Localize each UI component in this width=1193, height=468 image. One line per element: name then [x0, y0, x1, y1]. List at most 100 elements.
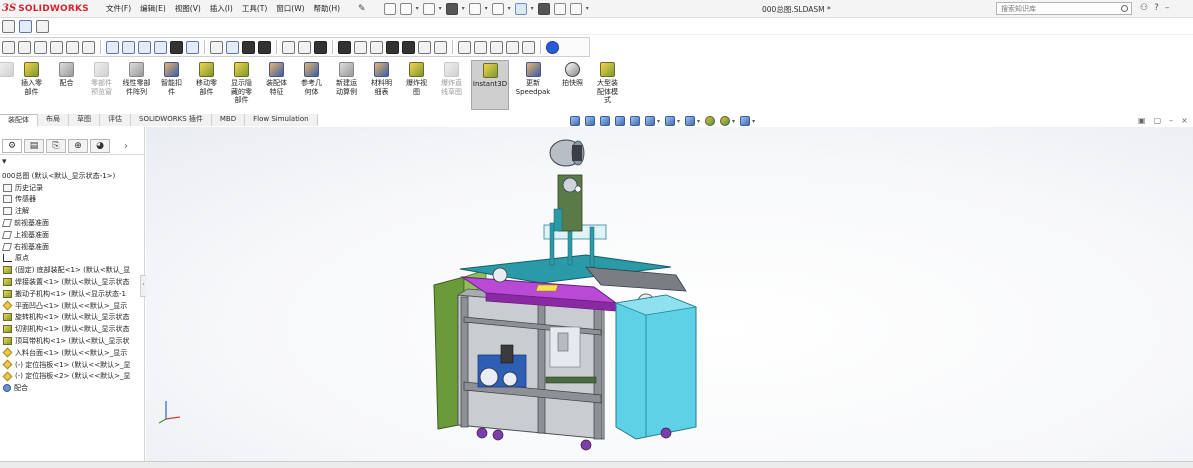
exploded-view-button[interactable]: 爆炸视 图	[401, 62, 432, 96]
view-settings-icon[interactable]	[740, 116, 751, 126]
user-icon[interactable]: ⚇	[1140, 3, 1148, 13]
mass-properties-icon[interactable]	[258, 40, 271, 54]
display-manager-tab-icon[interactable]: ◕	[90, 139, 110, 153]
print-icon[interactable]	[468, 2, 481, 15]
play-icon[interactable]	[418, 40, 431, 54]
apply-scene-icon[interactable]	[720, 116, 731, 126]
tree-item[interactable]: 前视基准面	[0, 217, 144, 229]
tile-icon[interactable]: ▣	[1138, 116, 1146, 125]
tab-flow-simulation[interactable]: Flow Simulation	[245, 114, 318, 126]
target-icon[interactable]	[402, 40, 415, 54]
display-icon[interactable]	[19, 20, 32, 33]
tab-evaluate[interactable]: 评估	[100, 114, 131, 126]
minimize-doc-icon[interactable]: –	[1169, 116, 1173, 125]
graphics-area[interactable]	[146, 127, 1193, 461]
display-style-icon[interactable]	[665, 116, 676, 126]
tree-item[interactable]: 上视基准面	[0, 229, 144, 241]
move-component-button[interactable]: 移动零 部件	[191, 62, 222, 96]
section-view-icon[interactable]	[50, 40, 63, 54]
edit-appearance-icon[interactable]	[705, 116, 716, 126]
dynamic-annotation-icon[interactable]	[630, 116, 640, 126]
select-icon[interactable]	[514, 2, 527, 15]
tree-item[interactable]: 焊接装置<1> (默认<默认_显示状态	[0, 276, 144, 288]
scene-icon[interactable]	[186, 40, 199, 54]
tree-item[interactable]: 顶耳带机构<1> (默认<默认_显示状	[0, 335, 144, 347]
home-icon[interactable]	[383, 2, 396, 15]
print-preview-icon[interactable]	[138, 40, 151, 54]
hide-show-icon[interactable]	[314, 40, 327, 54]
frame-icon[interactable]	[506, 40, 519, 54]
smart-dimension-icon[interactable]	[226, 40, 239, 54]
options-dropdown-icon[interactable]: ▾	[586, 5, 589, 12]
grid-icon[interactable]	[370, 40, 383, 54]
doc-icon[interactable]	[458, 40, 471, 54]
explode-line-sketch-button[interactable]: 爆炸直 线草图	[436, 62, 467, 96]
search-icon[interactable]	[1121, 5, 1128, 12]
display-style-icon[interactable]	[82, 40, 95, 54]
help-icon[interactable]: ?	[1154, 3, 1159, 13]
menu-tools[interactable]: 工具(T)	[242, 3, 267, 14]
update-speedpak-button[interactable]: 更新 Speedpak	[513, 62, 553, 96]
print-dropdown-icon[interactable]: ▾	[485, 5, 488, 12]
layer-icon[interactable]	[36, 20, 49, 33]
tab-assembly[interactable]: 装配体	[0, 114, 38, 126]
new-dropdown-icon[interactable]: ▾	[416, 5, 419, 12]
undo-dropdown-icon[interactable]: ▾	[508, 5, 511, 12]
view-orientation-icon[interactable]	[645, 116, 655, 126]
select-dropdown-icon[interactable]: ▾	[531, 5, 534, 12]
show-hidden-button[interactable]: 显示隐 藏的零 部件	[226, 62, 257, 105]
tab-addins[interactable]: SOLIDWORKS 插件	[131, 114, 212, 126]
tree-item[interactable]: 传感器	[0, 194, 144, 206]
take-snapshot-button[interactable]: 拍快照	[557, 62, 588, 88]
window-icon[interactable]	[522, 40, 535, 54]
copy-icon[interactable]	[106, 40, 119, 54]
image-icon[interactable]	[474, 40, 487, 54]
settings-gear-icon[interactable]	[282, 40, 295, 54]
zoom-to-fit-icon[interactable]	[570, 116, 580, 126]
instant3d-button[interactable]: Instant3D	[471, 60, 509, 110]
scene-dropdown-icon[interactable]: ▾	[732, 118, 735, 125]
zoom-area-icon[interactable]	[18, 40, 31, 54]
component-preview-button[interactable]: 零部件 预览窗	[86, 62, 117, 96]
zoom-fit-icon[interactable]	[2, 40, 15, 54]
tree-root-assembly[interactable]: 000总图 (默认<默认_显示状态-1>)	[0, 170, 144, 182]
reference-geometry-button[interactable]: 参考几 何体	[296, 62, 327, 96]
bom-icon[interactable]	[386, 40, 399, 54]
open-dropdown-icon[interactable]: ▾	[439, 5, 442, 12]
tree-item[interactable]: 原点	[0, 253, 144, 265]
new-motion-study-button[interactable]: 新建运 动算例	[331, 62, 362, 96]
menu-window[interactable]: 窗口(W)	[276, 3, 304, 14]
close-doc-icon[interactable]: ×	[1181, 116, 1188, 125]
menu-insert[interactable]: 插入(I)	[210, 3, 233, 14]
large-assembly-mode-button[interactable]: 大型装 配体模 式	[592, 62, 623, 105]
filter-icon[interactable]: ▾	[2, 157, 144, 167]
pin-icon[interactable]: ✎	[358, 4, 366, 14]
previous-view-icon[interactable]	[34, 40, 47, 54]
tree-item[interactable]: 切割机构<1> (默认<默认_显示状态	[0, 323, 144, 335]
options-gear-icon[interactable]	[569, 2, 582, 15]
tree-item[interactable]: 配合	[0, 382, 144, 394]
menu-file[interactable]: 文件(F)	[106, 3, 131, 14]
save-as-icon[interactable]	[154, 40, 167, 54]
rebuild-icon[interactable]	[537, 2, 550, 15]
tree-item[interactable]: 入料台面<1> (默认<<默认>_显示	[0, 347, 144, 359]
minimize-icon[interactable]: –	[1165, 3, 1170, 13]
display-style-dropdown-icon[interactable]: ▾	[677, 118, 680, 125]
save-icon[interactable]	[445, 2, 458, 15]
search-input[interactable]: 搜索知识库	[996, 2, 1132, 15]
property-manager-tab-icon[interactable]: ▤	[24, 139, 44, 153]
view-orientation-icon[interactable]	[66, 40, 79, 54]
rotate-icon[interactable]	[298, 40, 311, 54]
info-icon[interactable]	[546, 40, 559, 54]
hide-show-dropdown-icon[interactable]: ▾	[697, 118, 700, 125]
camera-icon[interactable]	[2, 20, 15, 33]
feature-manager-tab-icon[interactable]: ⚙	[2, 139, 22, 153]
tree-item[interactable]: 注解	[0, 205, 144, 217]
solidworks-logo[interactable]: 3S SOLIDWORKS	[2, 3, 89, 14]
heart-icon[interactable]	[490, 40, 503, 54]
measure-icon[interactable]	[242, 40, 255, 54]
tree-item[interactable]: (-) 定位挡板<2> (默认<<默认>_显	[0, 371, 144, 383]
circle-tool-icon[interactable]	[338, 40, 351, 54]
insert-component-button[interactable]: 插入零 部件	[16, 62, 47, 96]
bom-button[interactable]: 材料明 细表	[366, 62, 397, 96]
